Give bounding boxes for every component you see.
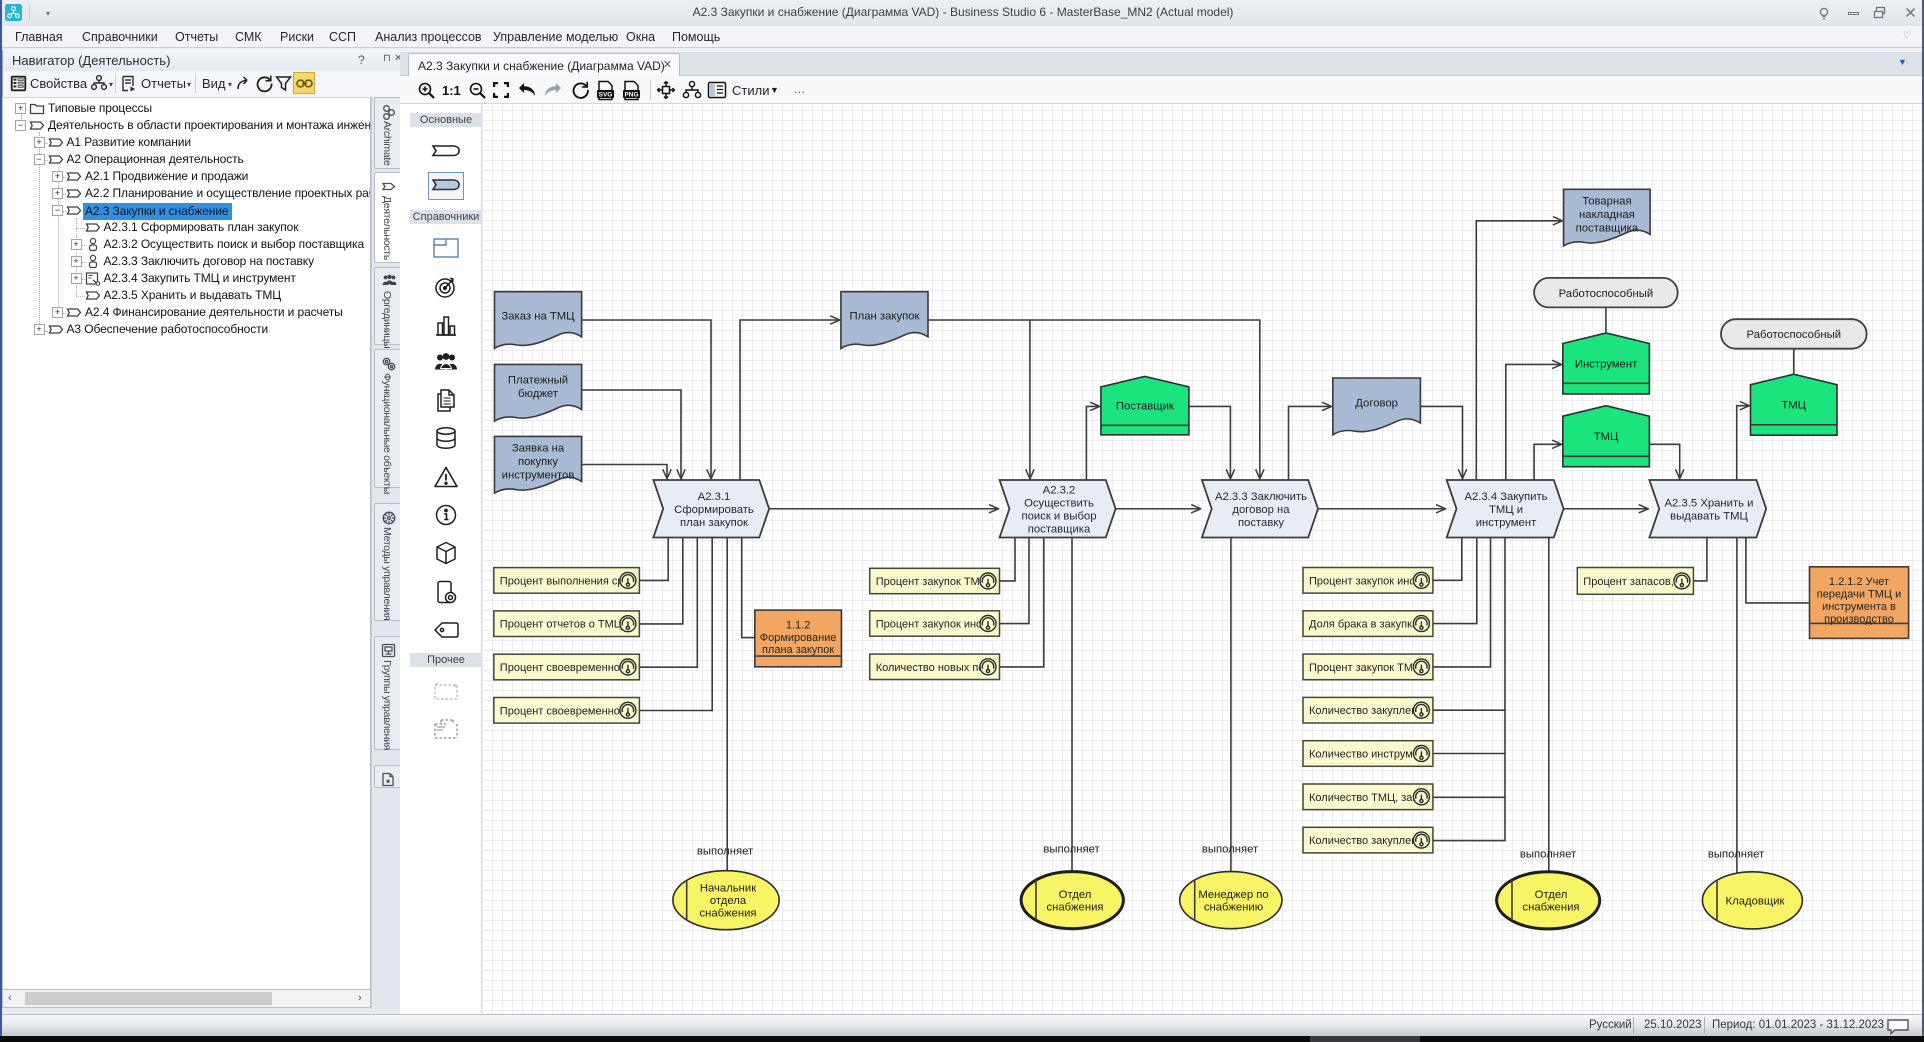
- svg-text:Начальник: Начальник: [700, 883, 756, 895]
- svg-text:поиск и выбор: поиск и выбор: [1021, 511, 1096, 523]
- svg-text:Инструмент: Инструмент: [1575, 359, 1637, 371]
- svg-text:снабжению: снабжению: [1204, 902, 1263, 914]
- svg-text:Процент закупок инст: Процент закупок инст: [876, 619, 987, 631]
- svg-text:Заказ на ТМЦ: Заказ на ТМЦ: [501, 311, 575, 323]
- svg-text:А2.3.3 Заключить: А2.3.3 Заключить: [1215, 491, 1307, 503]
- svg-text:Количество ТМЦ, зак: Количество ТМЦ, зак: [1309, 792, 1417, 804]
- svg-text:Процент отчетов о ТМЦ: Процент отчетов о ТМЦ: [500, 619, 622, 631]
- svg-text:покупку: покупку: [518, 456, 558, 468]
- svg-text:Процент закупок ТМЦ: Процент закупок ТМЦ: [1309, 662, 1421, 674]
- svg-text:накладная: накладная: [1579, 209, 1635, 221]
- svg-text:снабжения: снабжения: [699, 908, 756, 920]
- svg-text:бюджет: бюджет: [518, 388, 558, 400]
- svg-text:производство: производство: [1824, 613, 1894, 625]
- svg-text:А2.3.4 Закупить: А2.3.4 Закупить: [1464, 491, 1547, 503]
- svg-text:Отдел: Отдел: [1059, 889, 1092, 901]
- svg-text:Товарная: Товарная: [1582, 196, 1631, 208]
- svg-text:поставщика: поставщика: [1028, 524, 1091, 536]
- svg-text:Количество закуплен: Количество закуплен: [1309, 835, 1417, 847]
- svg-text:план закупок: план закупок: [680, 517, 748, 529]
- svg-text:Работоспособный: Работоспособный: [1559, 288, 1654, 300]
- svg-text:Менеджер по: Менеджер по: [1198, 889, 1268, 901]
- svg-text:ТМЦ: ТМЦ: [1781, 400, 1806, 412]
- svg-text:договор на: договор на: [1232, 504, 1290, 516]
- svg-text:Процент своевременно в: Процент своевременно в: [500, 705, 629, 717]
- svg-text:Процент запасов, з: Процент запасов, з: [1583, 576, 1682, 588]
- svg-text:выполняет: выполняет: [1708, 849, 1764, 861]
- svg-text:инструмента в: инструмента в: [1822, 601, 1896, 613]
- svg-text:Заявка на: Заявка на: [512, 443, 565, 455]
- svg-text:Доля брака в закупка: Доля брака в закупка: [1309, 619, 1419, 631]
- svg-text:Количество закуплен: Количество закуплен: [1309, 705, 1417, 717]
- svg-text:Платежный: Платежный: [508, 375, 568, 387]
- svg-text:выполняет: выполняет: [1202, 844, 1258, 856]
- svg-text:ТМЦ и: ТМЦ и: [1489, 504, 1523, 516]
- svg-text:Работоспособный: Работоспособный: [1747, 329, 1842, 341]
- svg-text:выполняет: выполняет: [1043, 844, 1099, 856]
- svg-text:передачи ТМЦ и: передачи ТМЦ и: [1817, 588, 1902, 600]
- svg-text:А2.3.5 Хранить и: А2.3.5 Хранить и: [1665, 498, 1754, 510]
- svg-text:плана закупок: плана закупок: [762, 644, 834, 656]
- svg-text:Отдел: Отдел: [1535, 889, 1568, 901]
- svg-text:инструментов: инструментов: [502, 470, 575, 482]
- svg-text:А2.3.2: А2.3.2: [1043, 485, 1076, 497]
- svg-text:выполняет: выполняет: [697, 846, 753, 858]
- svg-text:Количество инструме: Количество инструме: [1309, 749, 1419, 761]
- svg-text:Процент выполнения сро: Процент выполнения сро: [500, 575, 630, 587]
- svg-text:А2.3.1: А2.3.1: [698, 491, 731, 503]
- svg-text:Формирование: Формирование: [760, 632, 837, 644]
- svg-text:Поставщик: Поставщик: [1116, 401, 1174, 413]
- svg-text:поставщика: поставщика: [1576, 223, 1639, 235]
- svg-text:отдела: отдела: [710, 895, 747, 907]
- svg-text:SVG: SVG: [599, 91, 613, 98]
- svg-text:Договор: Договор: [1355, 398, 1398, 410]
- svg-text:Осуществить: Осуществить: [1024, 498, 1094, 510]
- svg-text:поставку: поставку: [1238, 517, 1284, 529]
- svg-text:План закупок: План закупок: [850, 311, 920, 323]
- svg-text:Сформировать: Сформировать: [674, 504, 754, 516]
- svg-text:Процент закупок ТМЦ: Процент закупок ТМЦ: [876, 576, 988, 588]
- svg-text:выдавать ТМЦ: выдавать ТМЦ: [1670, 511, 1748, 523]
- svg-text:снабжения: снабжения: [1046, 902, 1103, 914]
- svg-text:инструмент: инструмент: [1476, 517, 1537, 529]
- svg-text:PNG: PNG: [624, 91, 638, 98]
- svg-text:Кладовщик: Кладовщик: [1726, 896, 1785, 908]
- svg-text:Количество новых по: Количество новых по: [876, 662, 985, 674]
- svg-text:ТМЦ: ТМЦ: [1594, 431, 1619, 443]
- svg-text:снабжения: снабжения: [1522, 902, 1579, 914]
- svg-text:1.1.2: 1.1.2: [786, 619, 810, 631]
- svg-text:1.2.1.2 Учет: 1.2.1.2 Учет: [1829, 576, 1889, 588]
- svg-text:Процент закупок инст: Процент закупок инст: [1309, 575, 1420, 587]
- svg-text:выполняет: выполняет: [1520, 849, 1576, 861]
- svg-text:Процент своевременно з: Процент своевременно з: [500, 662, 628, 674]
